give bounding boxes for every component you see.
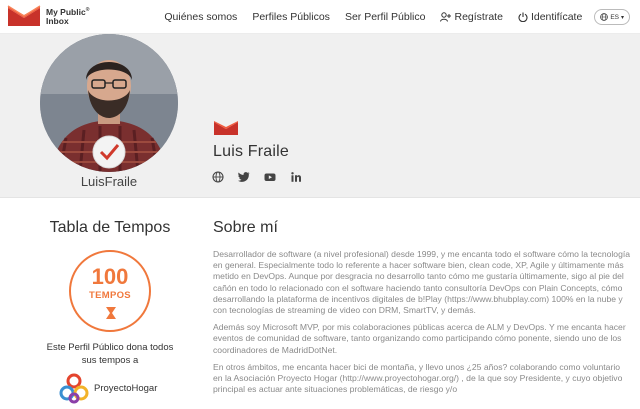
about-text: Desarrollador de software (a nivel profe… — [213, 249, 631, 401]
nav-quienes-somos[interactable]: Quiénes somos — [164, 11, 237, 23]
social-links — [212, 170, 316, 183]
envelope-logo-icon — [7, 5, 41, 26]
tempos-counter: 100 TEMPOS — [69, 250, 151, 332]
language-code: ES — [610, 13, 619, 21]
proyecto-hogar-logo-icon — [59, 373, 89, 404]
globe-icon[interactable] — [212, 170, 224, 183]
add-user-icon — [440, 12, 452, 22]
linkedin-icon[interactable] — [290, 170, 302, 182]
chevron-down-icon: ▾ — [620, 14, 624, 21]
profile-full-name: Luis Fraile — [213, 143, 290, 160]
partner-name: ProyectoHogar — [94, 382, 158, 394]
site-logo[interactable]: My Public® Inbox — [6, 4, 89, 28]
nav-ser-perfil-publico[interactable]: Ser Perfil Público — [345, 11, 426, 23]
tempos-count: 100 — [91, 264, 129, 289]
tempos-unit: TEMPOS — [89, 290, 131, 301]
youtube-icon[interactable] — [264, 170, 276, 182]
power-icon — [518, 12, 528, 22]
top-navigation-bar: My Public® Inbox Quiénes somos Perfiles … — [0, 0, 640, 34]
donation-text: Este Perfil Público dona todos sus tempo… — [46, 342, 174, 366]
profile-photo — [40, 34, 178, 172]
nav-registrate[interactable]: Regístrate — [440, 11, 503, 23]
language-selector[interactable]: ES ▾ — [594, 9, 630, 25]
partner-link[interactable]: ProyectoHogar — [58, 372, 157, 404]
tempos-title: Tabla de Tempos — [49, 219, 171, 236]
about-paragraph: Desarrollador de software (a nivel profe… — [213, 249, 631, 316]
identificate-label: Identifícate — [530, 11, 583, 23]
registrate-label: Regístrate — [454, 11, 503, 23]
nav-perfiles-publicos[interactable]: Perfiles Públicos — [252, 11, 330, 23]
about-title: Sobre mí — [213, 219, 278, 236]
profile-username: LuisFraile — [80, 174, 138, 189]
brand-name: My Public® Inbox — [46, 6, 90, 26]
envelope-badge-icon — [214, 121, 238, 135]
about-paragraph: Además soy Microsoft MVP, por mis colabo… — [213, 322, 626, 355]
nav-identificate[interactable]: Identifícate — [518, 11, 582, 23]
twitter-icon[interactable] — [238, 170, 250, 182]
brand-line-2: Inbox — [46, 15, 69, 26]
globe-icon — [600, 13, 609, 21]
profile-hero: LuisFraile Luis Fraile — [0, 34, 640, 198]
about-paragraph: En otros ámbitos, me encanta hacer bici … — [213, 361, 623, 395]
avatar — [40, 34, 178, 172]
hourglass-icon — [106, 307, 116, 319]
main-nav: Quiénes somos Perfiles Públicos Ser Perf… — [149, 0, 630, 34]
